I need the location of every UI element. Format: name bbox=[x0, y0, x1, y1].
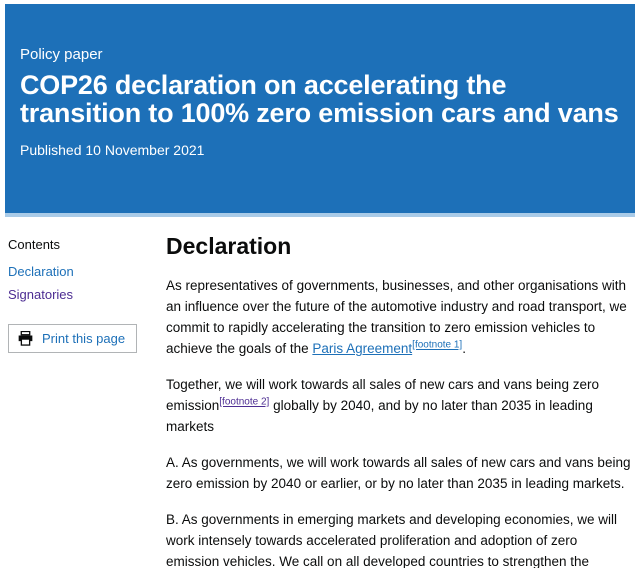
paris-agreement-link[interactable]: Paris Agreement bbox=[312, 341, 412, 356]
page-title: COP26 declaration on accelerating the tr… bbox=[20, 70, 619, 128]
contents-sidebar: Contents Declaration Signatories Print t… bbox=[8, 233, 166, 568]
footnote-2-link[interactable]: [footnote 2] bbox=[219, 397, 269, 408]
sidebar-item-declaration[interactable]: Declaration bbox=[8, 264, 166, 279]
paragraph-intro-end: . bbox=[462, 341, 466, 356]
paragraph-a: A. As governments, we will work towards … bbox=[166, 455, 631, 491]
paragraph-intro: As representatives of governments, busin… bbox=[166, 275, 632, 359]
paragraph-b: B. As governments in emerging markets an… bbox=[166, 512, 617, 568]
content-area: Contents Declaration Signatories Print t… bbox=[0, 217, 640, 568]
main-column: Declaration As representatives of govern… bbox=[166, 233, 632, 568]
print-button-label: Print this page bbox=[42, 331, 126, 346]
masthead: Policy paper COP26 declaration on accele… bbox=[5, 4, 635, 217]
printer-icon bbox=[18, 331, 33, 346]
footnote-1-link[interactable]: [footnote 1] bbox=[412, 340, 462, 351]
published-date: Published 10 November 2021 bbox=[20, 142, 205, 158]
paragraph-together: Together, we will work towards all sales… bbox=[166, 374, 632, 437]
document-category: Policy paper bbox=[20, 46, 103, 63]
section-heading: Declaration bbox=[166, 233, 292, 259]
sidebar-item-signatories[interactable]: Signatories bbox=[8, 287, 166, 302]
contents-heading: Contents bbox=[8, 237, 61, 252]
print-this-page-button[interactable]: Print this page bbox=[8, 324, 138, 353]
